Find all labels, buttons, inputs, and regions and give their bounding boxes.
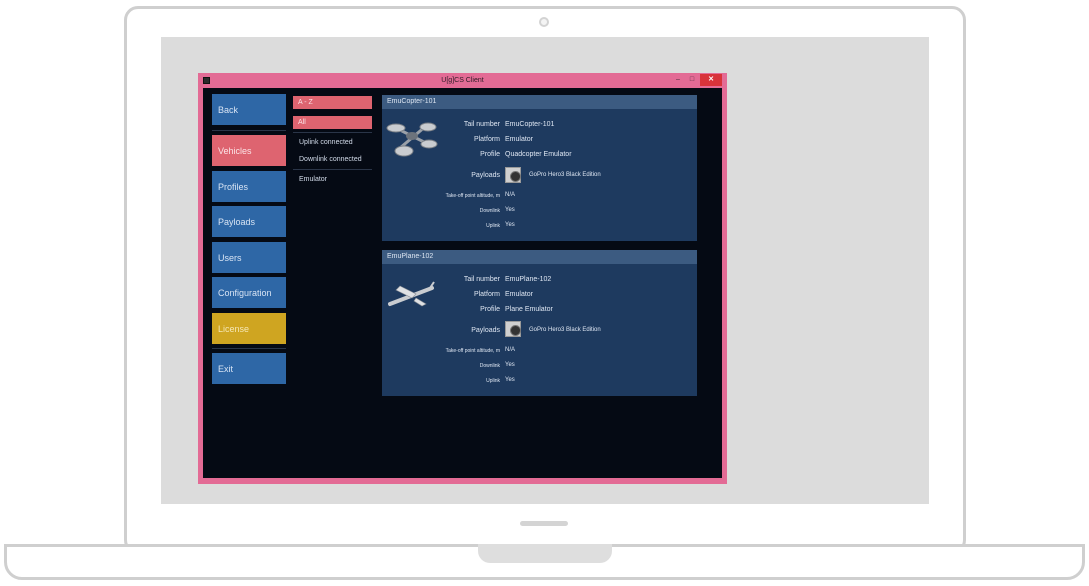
payload-name: GoPro Hero3 Black Edition <box>529 327 601 333</box>
maximize-button[interactable]: □ <box>686 74 698 86</box>
platform-value: Emulator <box>505 136 534 143</box>
nav-divider <box>212 348 286 349</box>
downlink-label: Downlink <box>479 363 500 369</box>
minimize-button[interactable]: – <box>672 74 684 86</box>
laptop-hinge-notch <box>478 544 612 563</box>
profile-value: Plane Emulator <box>505 306 553 313</box>
nav-users-button[interactable]: Users <box>212 242 286 273</box>
filter-divider <box>293 132 372 133</box>
filter-divider <box>293 169 372 170</box>
uplink-label: Uplink <box>486 378 500 384</box>
filter-emulator[interactable]: Emulator <box>299 176 327 183</box>
platform-label: Platform <box>473 136 500 143</box>
nav-configuration-button[interactable]: Configuration <box>212 277 286 308</box>
nav-profiles-button[interactable]: Profiles <box>212 171 286 202</box>
vehicle-card[interactable] <box>382 250 697 396</box>
uplink-value: Yes <box>505 222 515 228</box>
profile-label: Profile <box>480 151 500 158</box>
tail-number-label: Tail number <box>463 121 500 128</box>
window-title: U[g]CS Client <box>441 77 484 84</box>
takeoff-altitude-value: N/A <box>505 192 516 198</box>
webcam <box>539 17 549 27</box>
uplink-value: Yes <box>505 377 515 383</box>
nav-license-button[interactable]: License <box>212 313 286 344</box>
gopro-camera-icon <box>505 321 521 337</box>
uplink-label: Uplink <box>486 223 500 229</box>
nav-exit-button[interactable]: Exit <box>212 353 286 384</box>
sort-az-button[interactable]: A - Z <box>293 96 372 109</box>
downlink-value: Yes <box>505 207 515 213</box>
nav-back-button[interactable]: Back <box>212 94 286 125</box>
profile-value: Quadcopter Emulator <box>505 151 572 158</box>
payloads-label: Payloads <box>471 327 500 334</box>
payload-name: GoPro Hero3 Black Edition <box>529 172 601 178</box>
filter-uplink-connected[interactable]: Uplink connected <box>299 139 353 146</box>
platform-value: Emulator <box>505 291 534 298</box>
gopro-camera-icon <box>505 167 521 183</box>
takeoff-altitude-label: Take-off point altitude, m <box>445 348 500 354</box>
tail-number-value: EmuPlane-102 <box>505 276 552 283</box>
profile-label: Profile <box>480 306 500 313</box>
downlink-label: Downlink <box>479 208 500 214</box>
takeoff-altitude-label: Take-off point altitude, m <box>445 193 500 199</box>
platform-label: Platform <box>473 291 500 298</box>
tail-number-label: Tail number <box>463 276 500 283</box>
nav-divider <box>212 130 286 131</box>
laptop-bezel-mark <box>520 521 568 526</box>
downlink-value: Yes <box>505 362 515 368</box>
nav-payloads-button[interactable]: Payloads <box>212 206 286 237</box>
vehicle-card[interactable] <box>382 95 697 241</box>
vehicle-card-title: EmuPlane-102 <box>382 250 697 264</box>
vehicle-card-title: EmuCopter-101 <box>382 95 697 109</box>
nav-vehicles-button[interactable]: Vehicles <box>212 135 286 166</box>
tail-number-value: EmuCopter-101 <box>505 121 555 128</box>
takeoff-altitude-value: N/A <box>505 347 516 353</box>
close-button[interactable]: ✕ <box>700 74 722 86</box>
payloads-label: Payloads <box>471 172 500 179</box>
